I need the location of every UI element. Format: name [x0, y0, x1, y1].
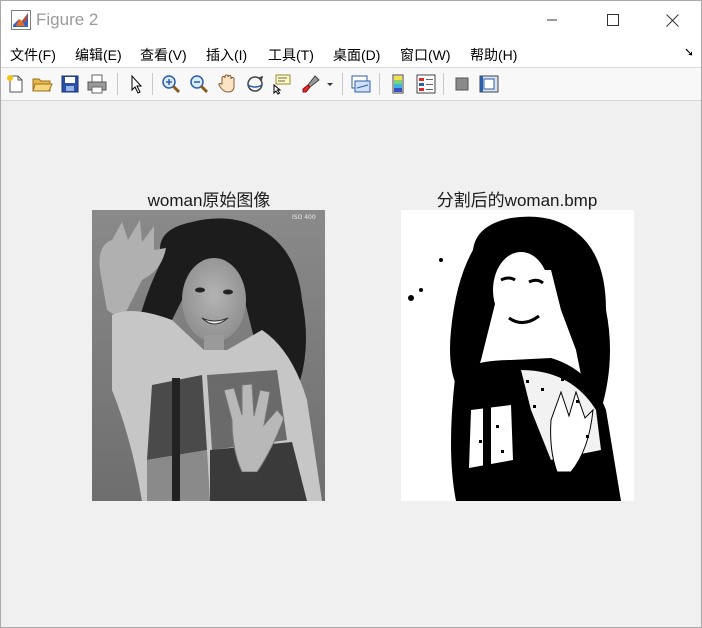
right-axes-title: 分割后的woman.bmp — [436, 191, 598, 210]
iso-watermark: ISO 400 — [292, 214, 316, 221]
show-plot-tools-icon — [479, 75, 499, 93]
brush-dropdown-button[interactable] — [324, 73, 336, 95]
matlab-logo-icon — [11, 10, 31, 30]
rotate-3d-icon — [247, 75, 264, 92]
menu-insert[interactable]: 插入(I) — [206, 45, 247, 65]
menu-tools[interactable]: 工具(T) — [268, 45, 314, 65]
rotate-3d-button[interactable] — [244, 73, 266, 95]
figure-canvas: woman原始图像 ISO 400 分割后的woman.bmp — [1, 101, 701, 627]
menu-edit[interactable]: 编辑(E) — [75, 45, 122, 65]
brush-button[interactable] — [300, 73, 322, 95]
zoom-in-button[interactable] — [160, 73, 182, 95]
print-button[interactable] — [86, 73, 108, 95]
data-cursor-button[interactable] — [271, 73, 293, 95]
menu-bar: 文件(F) 编辑(E) 查看(V) 插入(I) 工具(T) 桌面(D) 窗口(W… — [1, 39, 701, 68]
left-axes-title: woman原始图像 — [147, 191, 271, 210]
menu-file[interactable]: 文件(F) — [10, 45, 56, 65]
dock-arrow-icon[interactable]: ➘ — [684, 45, 694, 59]
link-plot-button[interactable] — [350, 73, 372, 95]
menu-desktop[interactable]: 桌面(D) — [333, 45, 380, 65]
link-plot-icon — [351, 75, 371, 93]
brush-icon — [302, 75, 320, 93]
insert-colorbar-button[interactable] — [387, 73, 409, 95]
close-button[interactable] — [649, 1, 695, 39]
select-pointer-button[interactable] — [125, 73, 147, 95]
minimize-button[interactable] — [529, 1, 575, 39]
save-icon — [61, 75, 79, 93]
minimize-icon — [547, 19, 557, 21]
open-file-button[interactable] — [31, 73, 53, 95]
new-figure-icon — [7, 75, 23, 93]
close-icon — [665, 13, 679, 27]
new-figure-button[interactable] — [5, 73, 27, 95]
insert-legend-button[interactable] — [415, 73, 437, 95]
maximize-icon — [607, 14, 619, 26]
maximize-button[interactable] — [590, 1, 636, 39]
brush-dropdown-icon — [327, 83, 333, 86]
show-plot-tools-button[interactable] — [478, 73, 500, 95]
figure-window: Figure 2 文件(F) 编辑(E) 查看(V) 插入(I) 工具(T) 桌… — [0, 0, 702, 628]
original-grayscale-image: ISO 400 — [92, 210, 325, 501]
select-pointer-icon — [131, 74, 143, 94]
menu-help[interactable]: 帮助(H) — [470, 45, 517, 65]
zoom-out-icon — [190, 75, 209, 94]
zoom-in-icon — [162, 75, 181, 94]
save-button[interactable] — [59, 73, 81, 95]
title-bar: Figure 2 — [1, 1, 701, 39]
insert-legend-icon — [416, 74, 436, 94]
figure-toolbar — [1, 68, 701, 101]
insert-colorbar-icon — [392, 74, 404, 94]
menu-window[interactable]: 窗口(W) — [400, 45, 451, 65]
pan-button[interactable] — [216, 73, 238, 95]
menu-view[interactable]: 查看(V) — [140, 45, 187, 65]
data-cursor-icon — [273, 74, 291, 95]
pan-hand-icon — [218, 74, 235, 93]
hide-plot-tools-button[interactable] — [451, 73, 473, 95]
segmented-binary-image — [401, 210, 634, 501]
window-title: Figure 2 — [36, 10, 99, 29]
print-icon — [87, 74, 107, 94]
hide-plot-tools-icon — [455, 77, 469, 91]
zoom-out-button[interactable] — [188, 73, 210, 95]
open-file-icon — [32, 78, 53, 92]
